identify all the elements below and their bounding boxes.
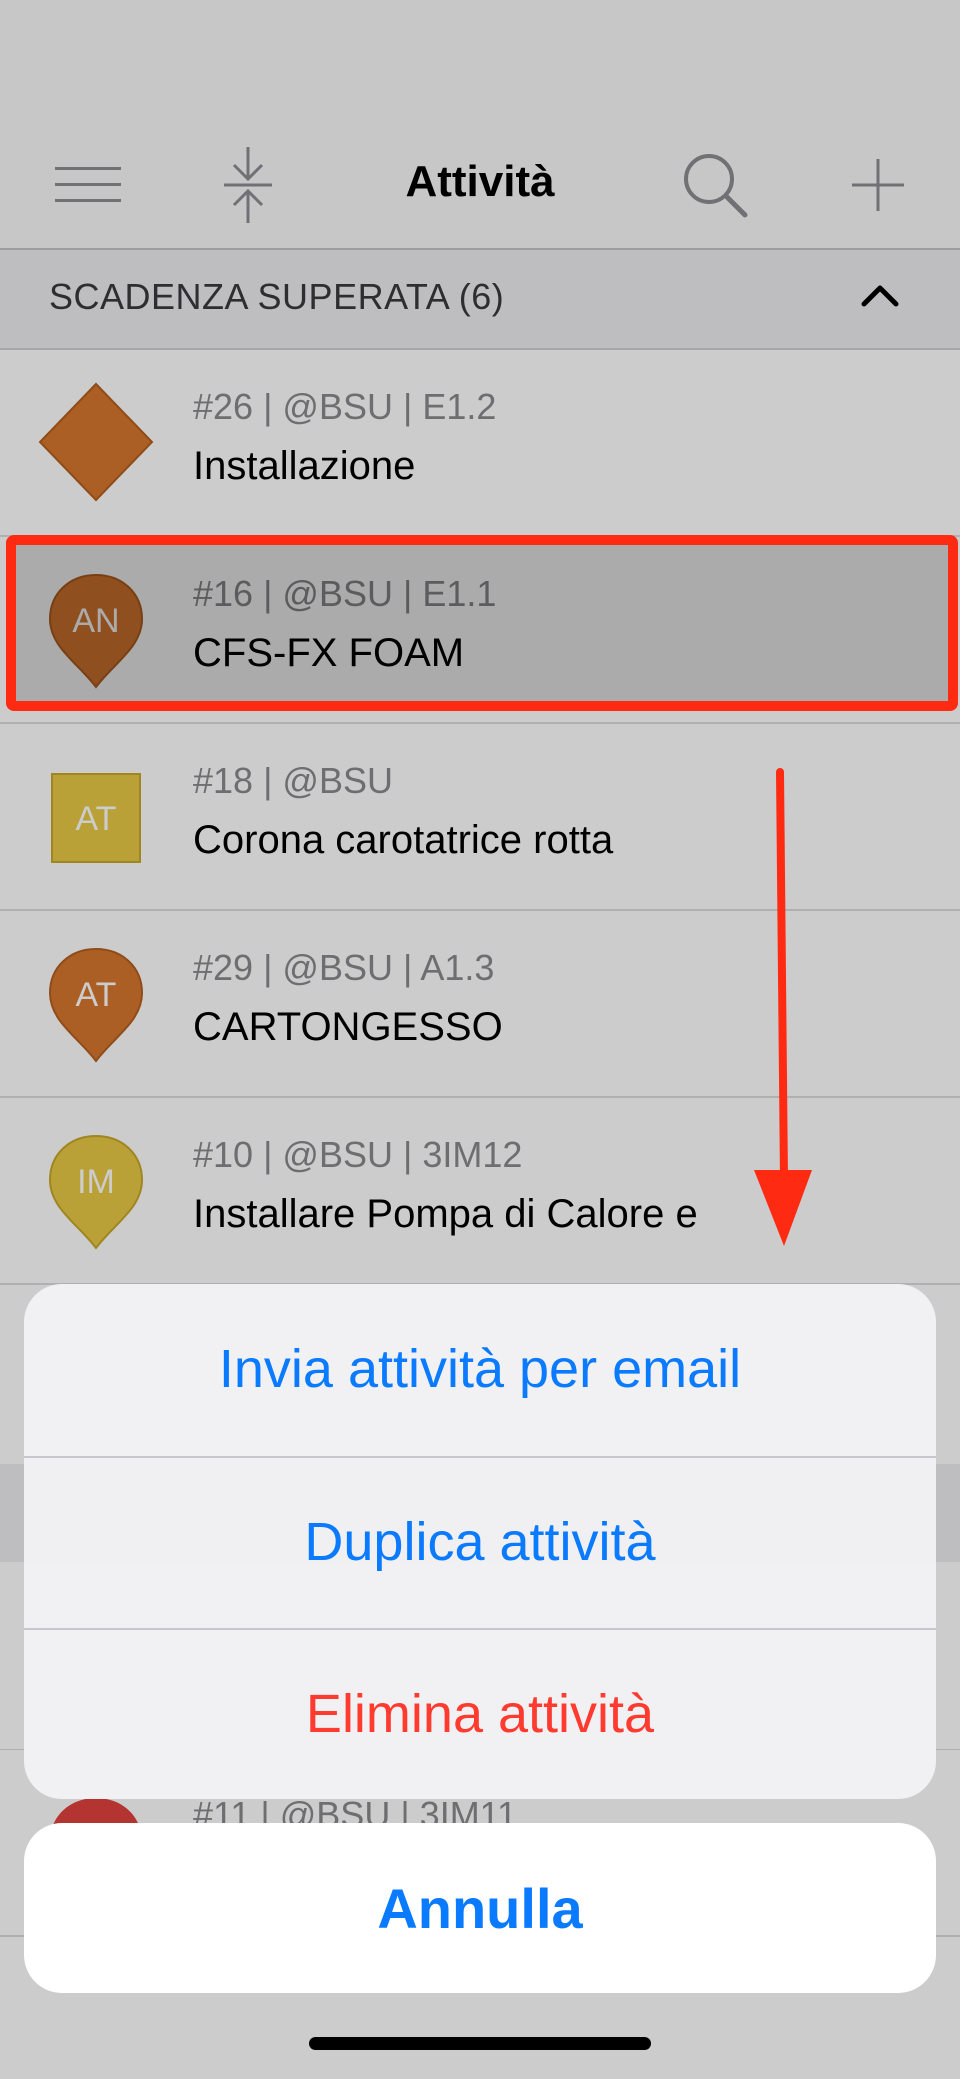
delete-task-button[interactable]: Elimina attività — [24, 1629, 936, 1799]
screen: Attività SCADENZA SUPERATA (6) #26 | @BS… — [0, 0, 960, 2079]
cancel-button[interactable]: Annulla — [24, 1823, 936, 1993]
duplicate-task-button[interactable]: Duplica attività — [24, 1457, 936, 1627]
email-task-button[interactable]: Invia attività per email — [24, 1284, 936, 1454]
highlight-box — [6, 535, 958, 711]
home-indicator[interactable] — [309, 2037, 651, 2050]
action-sheet: Invia attività per email Duplica attivit… — [24, 1284, 936, 1799]
arrow-down-icon — [754, 768, 812, 1246]
